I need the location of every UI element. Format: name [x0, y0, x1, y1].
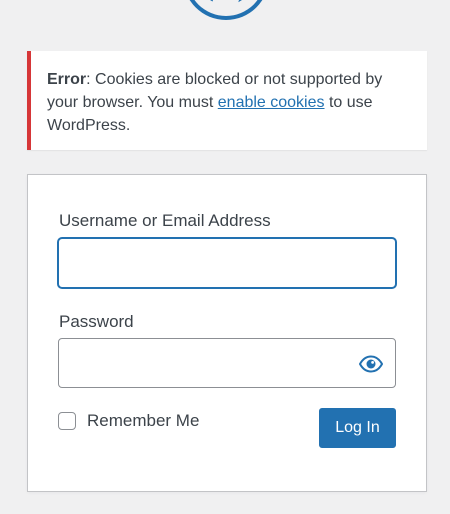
- password-input[interactable]: [58, 338, 396, 388]
- logo-mark: [211, 0, 241, 6]
- login-form: Username or Email Address Password Remem…: [27, 174, 427, 492]
- error-notice: Error: Cookies are blocked or not suppor…: [27, 51, 427, 150]
- error-label: Error: [47, 71, 87, 88]
- enable-cookies-link[interactable]: enable cookies: [218, 94, 325, 111]
- wordpress-logo-icon[interactable]: [183, 0, 269, 20]
- login-button[interactable]: Log In: [319, 408, 396, 448]
- username-label: Username or Email Address: [59, 211, 271, 230]
- remember-me[interactable]: Remember Me: [58, 411, 199, 431]
- remember-me-checkbox[interactable]: [58, 412, 76, 430]
- username-input[interactable]: [58, 238, 396, 288]
- remember-me-label: Remember Me: [87, 411, 200, 430]
- eye-icon[interactable]: [359, 352, 383, 376]
- password-label: Password: [59, 312, 134, 331]
